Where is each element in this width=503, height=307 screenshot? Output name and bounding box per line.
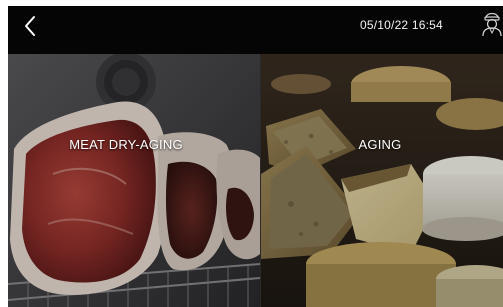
meat-dry-aging-label: MEAT DRY-AGING: [69, 137, 183, 152]
tile-divider: [260, 54, 261, 307]
meat-dry-aging-tile[interactable]: MEAT DRY-AGING: [8, 54, 260, 307]
aging-tile[interactable]: AGING: [261, 54, 503, 307]
app-screen: 05/10/22 16:54 MEAT DRY-AGING AGING: [8, 6, 503, 307]
aging-label: AGING: [358, 137, 402, 152]
back-button[interactable]: [16, 14, 44, 42]
meat-image: [8, 54, 260, 307]
user-avatar-icon: [481, 9, 503, 42]
chevron-left-icon: [23, 15, 37, 42]
date-time-display: 05/10/22 16:54: [360, 18, 443, 32]
top-bar: 05/10/22 16:54: [8, 6, 503, 54]
cheese-image: [261, 54, 503, 307]
user-profile-button[interactable]: [480, 10, 503, 40]
